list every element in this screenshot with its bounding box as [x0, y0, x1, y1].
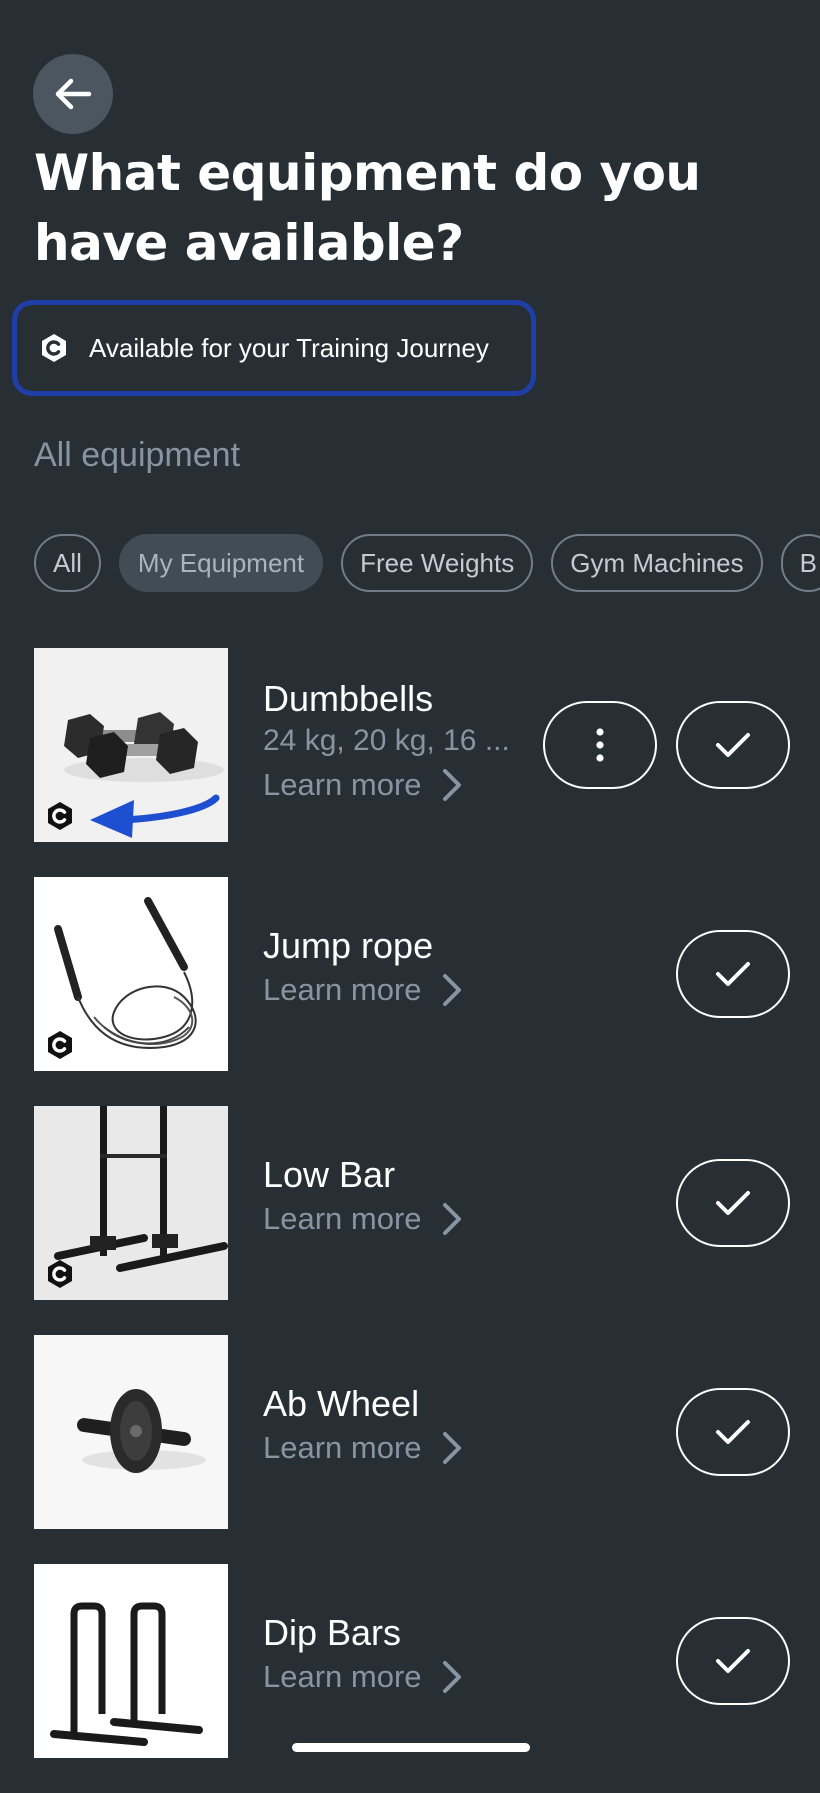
- low-bar-image: [34, 1106, 228, 1300]
- jump-rope-image: [34, 877, 228, 1071]
- item-detail: 24 kg, 20 kg, 16 ...: [263, 724, 510, 757]
- ab-wheel-image: [34, 1335, 228, 1529]
- chevron-right-icon: [442, 769, 461, 801]
- filter-chip-gym-machines[interactable]: Gym Machines: [551, 534, 763, 592]
- home-indicator[interactable]: [292, 1743, 530, 1752]
- item-name: Ab Wheel: [263, 1383, 420, 1424]
- page-title: What equipment do you have available?: [34, 144, 701, 272]
- learn-more-link[interactable]: Learn more: [263, 762, 553, 808]
- c-logo-icon: [42, 334, 66, 362]
- learn-more-link[interactable]: Learn more: [263, 1196, 553, 1242]
- arrow-left-icon: [55, 78, 92, 110]
- select-toggle-button[interactable]: [676, 1159, 790, 1247]
- select-toggle-button[interactable]: [676, 930, 790, 1018]
- item-name: Low Bar: [263, 1154, 396, 1195]
- training-journey-label: Available for your Training Journey: [89, 332, 489, 363]
- section-title: All equipment: [34, 436, 241, 474]
- learn-more-label: Learn more: [263, 767, 422, 802]
- check-icon: [716, 733, 750, 757]
- filter-chip-my-equipment[interactable]: My Equipment: [118, 534, 324, 592]
- list-item: Jump rope Learn more: [34, 877, 794, 1071]
- c-logo-icon: [48, 802, 72, 830]
- learn-more-link[interactable]: Learn more: [263, 1425, 553, 1471]
- learn-more-label: Learn more: [263, 1430, 422, 1465]
- more-vertical-icon: [596, 728, 604, 762]
- back-button[interactable]: [33, 54, 113, 134]
- check-icon: [716, 1649, 750, 1673]
- learn-more-label: Learn more: [263, 1659, 422, 1694]
- dumbbells-image: [34, 648, 228, 842]
- learn-more-link[interactable]: Learn more: [263, 1654, 553, 1700]
- list-item: Low Bar Learn more: [34, 1106, 794, 1300]
- training-journey-badge: Available for your Training Journey: [12, 300, 536, 396]
- list-item: Ab Wheel Learn more: [34, 1335, 794, 1529]
- equipment-list: Dumbbells 24 kg, 20 kg, 16 ... Learn mor…: [34, 648, 794, 1793]
- filter-chip-free-weights[interactable]: Free Weights: [341, 534, 534, 592]
- check-icon: [716, 962, 750, 986]
- chevron-right-icon: [442, 1661, 461, 1693]
- filter-chip-all[interactable]: All: [34, 534, 101, 592]
- chevron-right-icon: [442, 1432, 461, 1464]
- learn-more-link[interactable]: Learn more: [263, 967, 553, 1013]
- dip-bars-image: [34, 1564, 228, 1758]
- check-icon: [716, 1191, 750, 1215]
- filter-chip-next[interactable]: B: [780, 534, 820, 592]
- chevron-right-icon: [442, 1203, 461, 1235]
- more-options-button[interactable]: [543, 701, 657, 789]
- select-toggle-button[interactable]: [676, 1388, 790, 1476]
- select-toggle-button[interactable]: [676, 701, 790, 789]
- c-logo-icon: [48, 1031, 72, 1059]
- c-logo-icon: [48, 1260, 72, 1288]
- item-name: Dumbbells: [263, 678, 434, 719]
- select-toggle-button[interactable]: [676, 1617, 790, 1705]
- learn-more-label: Learn more: [263, 972, 422, 1007]
- list-item: Dumbbells 24 kg, 20 kg, 16 ... Learn mor…: [34, 648, 794, 842]
- item-name: Jump rope: [263, 925, 434, 966]
- list-item: Dip Bars Learn more: [34, 1564, 794, 1758]
- check-icon: [716, 1420, 750, 1444]
- item-name: Dip Bars: [263, 1612, 402, 1653]
- learn-more-label: Learn more: [263, 1201, 422, 1236]
- filter-chips: All My Equipment Free Weights Gym Machin…: [34, 534, 820, 596]
- chevron-right-icon: [442, 974, 461, 1006]
